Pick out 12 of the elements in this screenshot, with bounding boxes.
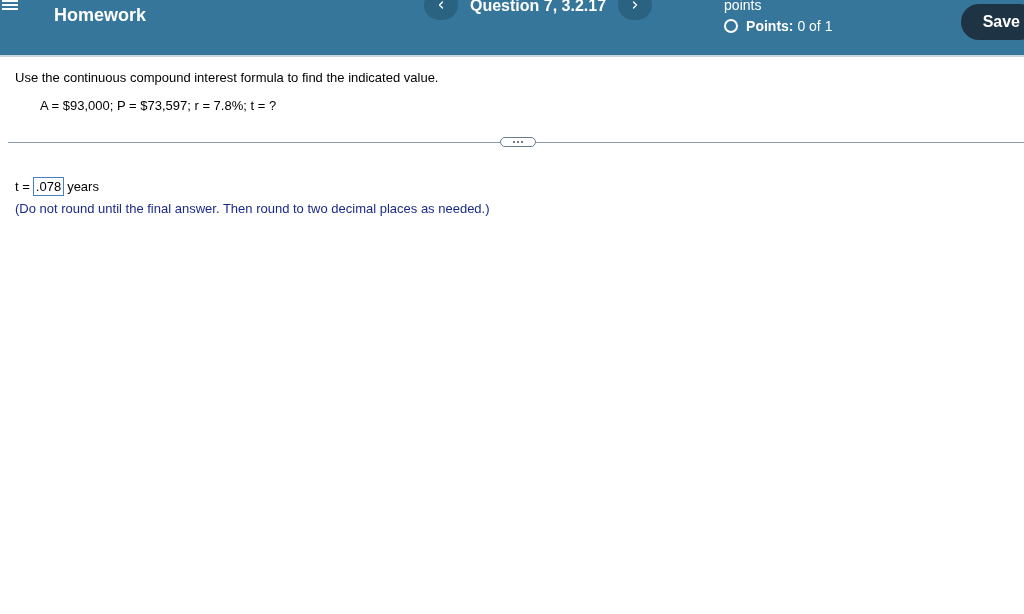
variable-label: t = — [15, 179, 30, 194]
assignment-title: Homework — [54, 4, 148, 26]
points-score: Points: 0 of 1 — [746, 18, 833, 34]
question-title: Question 7, 3.2.17 — [470, 0, 607, 15]
rounding-hint: (Do not round until the final answer. Then round to two decimal places as needed.) — [15, 201, 491, 216]
points-caption: points — [724, 0, 763, 13]
unit-label: years — [67, 179, 99, 194]
given-values: A = $93,000; P = $73,597; r = 7.8%; t = ? — [40, 98, 278, 113]
answer-field[interactable]: .078 — [32, 177, 65, 196]
save-button[interactable]: Save — [960, 4, 1024, 40]
menu-icon[interactable] — [2, 0, 18, 10]
instruction-text: Use the continuous compound interest formula to find the indicated value. — [15, 70, 440, 85]
